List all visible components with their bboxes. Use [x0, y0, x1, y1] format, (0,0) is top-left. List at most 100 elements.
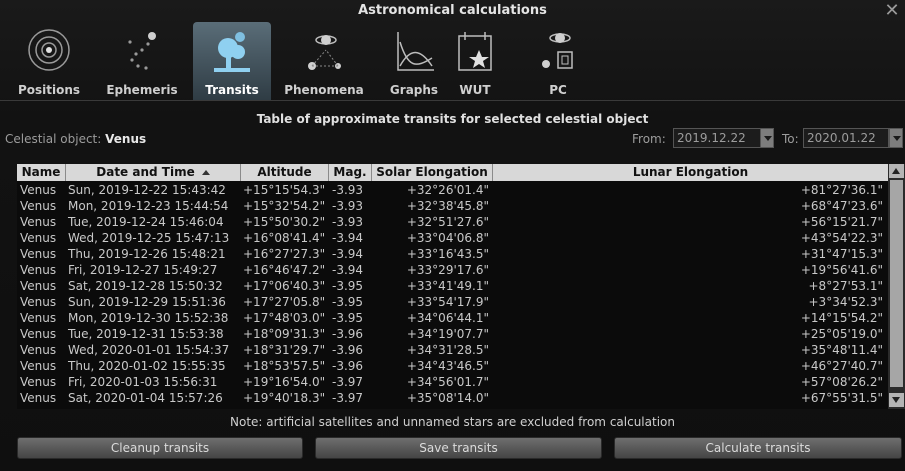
cell-date: Mon, 2019-12-23 15:44:54: [68, 199, 229, 213]
table-row[interactable]: Venus Sun, 2019-12-22 15:43:42 +15°15'54…: [17, 182, 888, 198]
cell-name: Venus: [20, 327, 57, 341]
calculate-transits-button[interactable]: Calculate transits: [614, 437, 902, 459]
transits-table: Name Date and Time Altitude Mag. Solar E…: [17, 164, 888, 409]
cell-lunar-elongation: +68°47'23.6": [800, 199, 883, 213]
cell-name: Venus: [20, 359, 57, 373]
cell-date: Thu, 2019-12-26 15:48:21: [68, 247, 226, 261]
cell-lunar-elongation: +81°27'36.1": [800, 183, 883, 197]
tab-phenomena[interactable]: Phenomena: [278, 22, 370, 100]
from-date-dropdown-icon[interactable]: [760, 128, 774, 148]
table-row[interactable]: Venus Thu, 2019-12-26 15:48:21 +16°27'27…: [17, 246, 888, 262]
cell-date: Sun, 2019-12-22 15:43:42: [68, 183, 226, 197]
column-header-date[interactable]: Date and Time: [66, 164, 241, 181]
sort-ascending-icon: [201, 170, 210, 175]
transits-tree-icon: [214, 32, 250, 72]
tab-graphs[interactable]: Graphs: [382, 22, 446, 100]
title-bar: Astronomical calculations ✕: [0, 0, 905, 22]
to-date-field[interactable]: 2020.01.22: [803, 128, 889, 148]
tab-label: PC: [549, 83, 567, 97]
cell-solar-elongation: +32°38'45.8": [406, 199, 489, 213]
cell-mag: -3.94: [332, 231, 364, 245]
celestial-object-value: Venus: [105, 132, 147, 146]
table-row[interactable]: Venus Fri, 2019-12-27 15:49:27 +16°46'47…: [17, 262, 888, 278]
cell-solar-elongation: +33°29'17.6": [406, 263, 489, 277]
cell-mag: -3.95: [332, 279, 364, 293]
column-header-altitude[interactable]: Altitude: [241, 164, 329, 181]
cell-date: Sun, 2019-12-29 15:51:36: [68, 295, 226, 309]
table-scrollbar[interactable]: [888, 164, 905, 409]
cell-altitude: +18°53'57.5": [243, 359, 326, 373]
from-date-field[interactable]: 2019.12.22: [673, 128, 761, 148]
ephemeris-path-icon: [128, 32, 156, 70]
scroll-up-arrow-icon[interactable]: [889, 164, 904, 178]
table-row[interactable]: Venus Tue, 2019-12-24 15:46:04 +15°50'30…: [17, 214, 888, 230]
cell-lunar-elongation: +25°05'19.0": [800, 327, 883, 341]
cell-lunar-elongation: +35°48'11.4": [800, 343, 883, 357]
column-header-label: Lunar Elongation: [632, 165, 749, 179]
table-row[interactable]: Venus Sat, 2020-01-04 15:57:26 +19°40'18…: [17, 390, 888, 406]
table-row[interactable]: Venus Wed, 2019-12-25 15:47:13 +16°08'41…: [17, 230, 888, 246]
close-icon[interactable]: ✕: [883, 0, 901, 22]
save-transits-button[interactable]: Save transits: [315, 437, 602, 459]
cell-date: Sat, 2019-12-28 15:50:32: [68, 279, 223, 293]
cell-altitude: +19°16'54.0": [243, 375, 326, 389]
cell-mag: -3.96: [332, 359, 364, 373]
cell-date: Sat, 2020-01-04 15:57:26: [68, 391, 223, 405]
cell-lunar-elongation: +46°27'40.7": [800, 359, 883, 373]
cell-altitude: +16°08'41.4": [243, 231, 326, 245]
tab-pc[interactable]: PC: [530, 22, 586, 100]
table-row[interactable]: Venus Thu, 2020-01-02 15:55:35 +18°53'57…: [17, 358, 888, 374]
cell-date: Thu, 2020-01-02 15:55:35: [68, 359, 226, 373]
cell-mag: -3.95: [332, 295, 364, 309]
tab-ephemeris[interactable]: Ephemeris: [100, 22, 184, 100]
scrollbar-thumb[interactable]: [890, 180, 903, 387]
cell-mag: -3.97: [332, 391, 364, 405]
tab-bar: Positions Ephemeris Transits Phenomena G…: [0, 22, 905, 101]
cell-solar-elongation: +34°56'01.7": [406, 375, 489, 389]
cell-altitude: +15°32'54.2": [243, 199, 326, 213]
cell-date: Fri, 2020-01-03 15:56:31: [68, 375, 218, 389]
tab-wut[interactable]: WUT: [449, 22, 501, 100]
column-header-solar-elongation[interactable]: Solar Elongation: [372, 164, 493, 181]
cell-date: Tue, 2019-12-24 15:46:04: [68, 215, 224, 229]
cell-solar-elongation: +33°54'17.9": [406, 295, 489, 309]
cell-mag: -3.95: [332, 311, 364, 325]
graph-icon: [397, 32, 434, 71]
cell-date: Mon, 2019-12-30 15:52:38: [68, 311, 229, 325]
cell-mag: -3.94: [332, 263, 364, 277]
table-row[interactable]: Venus Fri, 2020-01-03 15:56:31 +19°16'54…: [17, 374, 888, 390]
to-date-dropdown-icon[interactable]: [889, 128, 903, 148]
cell-name: Venus: [20, 231, 57, 245]
column-header-name[interactable]: Name: [17, 164, 66, 181]
table-row[interactable]: Venus Wed, 2020-01-01 15:54:37 +18°31'29…: [17, 342, 888, 358]
column-header-mag[interactable]: Mag.: [329, 164, 372, 181]
cell-name: Venus: [20, 343, 57, 357]
from-label: From:: [632, 132, 666, 146]
pc-icon: [542, 33, 573, 69]
tab-label: Phenomena: [284, 83, 364, 97]
tab-positions[interactable]: Positions: [14, 22, 84, 100]
cell-lunar-elongation: +57°08'26.2": [800, 375, 883, 389]
tab-label: Ephemeris: [106, 83, 178, 97]
cleanup-transits-button[interactable]: Cleanup transits: [17, 437, 303, 459]
cell-altitude: +16°46'47.2": [243, 263, 326, 277]
tab-transits[interactable]: Transits: [193, 22, 271, 100]
cell-mag: -3.93: [332, 199, 364, 213]
cell-altitude: +15°15'54.3": [243, 183, 326, 197]
table-row[interactable]: Venus Sat, 2019-12-28 15:50:32 +17°06'40…: [17, 278, 888, 294]
table-row[interactable]: Venus Tue, 2019-12-31 15:53:38 +18°09'31…: [17, 326, 888, 342]
calculation-note: Note: artificial satellites and unnamed …: [230, 415, 675, 429]
cell-altitude: +18°09'31.3": [243, 327, 326, 341]
table-row[interactable]: Venus Mon, 2019-12-30 15:52:38 +17°48'03…: [17, 310, 888, 326]
table-heading: Table of approximate transits for select…: [256, 112, 649, 126]
cell-name: Venus: [20, 279, 57, 293]
cell-solar-elongation: +33°04'06.8": [406, 231, 489, 245]
cell-mag: -3.94: [332, 247, 364, 261]
table-row[interactable]: Venus Sun, 2019-12-29 15:51:36 +17°27'05…: [17, 294, 888, 310]
column-header-lunar-elongation[interactable]: Lunar Elongation: [493, 164, 888, 181]
table-row[interactable]: Venus Mon, 2019-12-23 15:44:54 +15°32'54…: [17, 198, 888, 214]
cell-lunar-elongation: +67°55'31.5": [800, 391, 883, 405]
cell-name: Venus: [20, 375, 57, 389]
tab-label: Graphs: [389, 83, 439, 97]
scroll-down-arrow-icon[interactable]: [889, 393, 904, 407]
